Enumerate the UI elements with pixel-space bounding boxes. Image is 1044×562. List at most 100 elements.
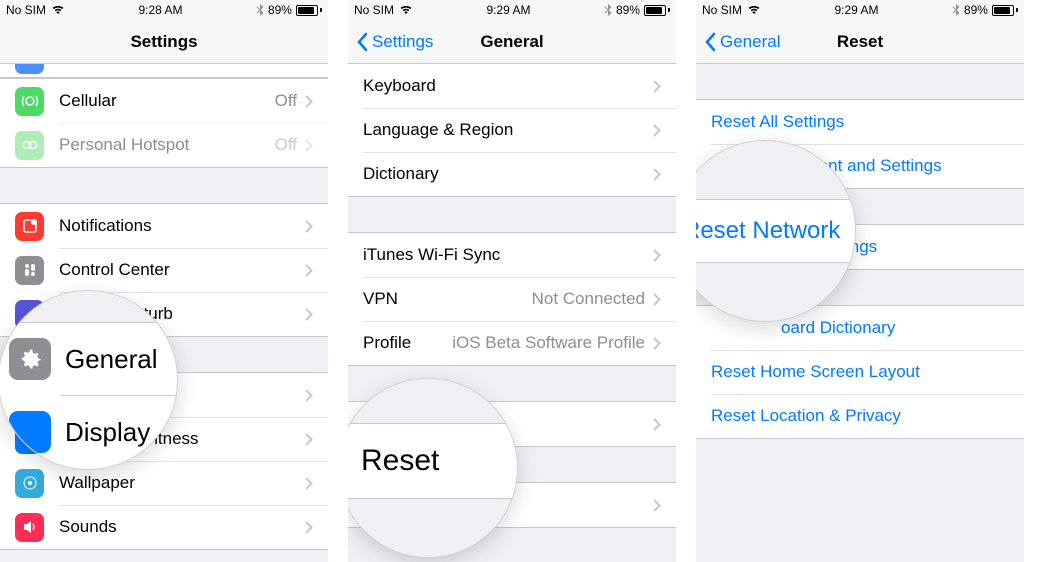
mag-network-label: Reset Network — [696, 217, 840, 245]
status-bar: No SIM 9:29 AM 89% — [696, 0, 1024, 20]
vpn-row[interactable]: VPN Not Connected — [348, 277, 676, 321]
chevron-icon — [305, 220, 313, 233]
notifications-icon — [15, 212, 44, 241]
gear-icon — [9, 338, 51, 380]
status-bar: No SIM 9:28 AM 89% — [0, 0, 328, 20]
time-label: 9:29 AM — [834, 3, 878, 17]
mag-display-label: Display — [65, 417, 150, 448]
carrier-label: No SIM — [354, 3, 394, 17]
chevron-icon — [305, 308, 313, 321]
reset-all-row[interactable]: Reset All Settings — [696, 100, 1024, 144]
sounds-icon — [15, 513, 44, 542]
nav-bar: Settings General — [348, 20, 676, 64]
itunes-wifi-row[interactable]: iTunes Wi-Fi Sync — [348, 233, 676, 277]
chevron-left-icon — [704, 32, 716, 52]
partial-row — [0, 64, 328, 78]
chevron-left-icon — [356, 32, 368, 52]
chevron-icon — [653, 124, 661, 137]
row-label: VPN — [363, 289, 532, 309]
reset-location-row[interactable]: Reset Location & Privacy — [696, 394, 1024, 438]
bluetooth-icon — [256, 4, 264, 16]
page-title: Settings — [130, 32, 197, 52]
sounds-row[interactable]: Sounds — [0, 505, 328, 549]
chevron-icon — [653, 293, 661, 306]
reset-screen: No SIM 9:29 AM 89% General Reset Reset A… — [696, 0, 1024, 562]
back-label: General — [720, 32, 780, 52]
carrier-label: No SIM — [702, 3, 742, 17]
chevron-icon — [305, 95, 313, 108]
back-button[interactable]: General — [704, 32, 780, 52]
mag-general-label: General — [65, 344, 158, 375]
wifi-icon — [399, 5, 413, 15]
row-label: Dictionary — [363, 164, 653, 184]
notifications-row[interactable]: Notifications — [0, 204, 328, 248]
nav-bar: General Reset — [696, 20, 1024, 64]
battery-icon — [992, 5, 1018, 16]
chevron-icon — [653, 249, 661, 262]
page-title: Reset — [837, 32, 883, 52]
chevron-icon — [305, 389, 313, 402]
battery-pct: 89% — [964, 3, 988, 17]
mag-reset-label: Reset — [361, 444, 439, 478]
status-bar: No SIM 9:29 AM 89% — [348, 0, 676, 20]
row-label: iTunes Wi-Fi Sync — [363, 245, 653, 265]
keyboard-row[interactable]: Keyboard — [348, 64, 676, 108]
time-label: 9:28 AM — [138, 3, 182, 17]
row-label: Reset Location & Privacy — [711, 406, 1009, 426]
chevron-icon — [305, 264, 313, 277]
cellular-row[interactable]: Cellular Off — [0, 79, 328, 123]
magnifier-reset-network: Reset Network — [696, 140, 856, 322]
back-button[interactable]: Settings — [356, 32, 433, 52]
row-value: Off — [275, 135, 297, 155]
row-label: Notifications — [59, 216, 305, 236]
chevron-icon — [305, 433, 313, 446]
reset-home-row[interactable]: Reset Home Screen Layout — [696, 350, 1024, 394]
wifi-icon — [51, 5, 65, 15]
row-label: Profile — [363, 333, 411, 353]
carrier-label: No SIM — [6, 3, 46, 17]
language-region-row[interactable]: Language & Region — [348, 108, 676, 152]
row-label: Reset Home Screen Layout — [711, 362, 1009, 382]
chevron-icon — [653, 168, 661, 181]
control-center-row[interactable]: Control Center — [0, 248, 328, 292]
wifi-icon — [747, 5, 761, 15]
chevron-icon — [653, 418, 661, 431]
page-title: General — [480, 32, 543, 52]
wallpaper-icon — [15, 469, 44, 498]
battery-icon — [644, 5, 670, 16]
nav-bar: Settings — [0, 20, 328, 64]
magnifier-general: General Display — [0, 290, 178, 470]
bluetooth-icon — [604, 4, 612, 16]
row-label: Personal Hotspot — [59, 135, 275, 155]
time-label: 9:29 AM — [486, 3, 530, 17]
row-label: Reset All Settings — [711, 112, 1009, 132]
row-label: Keyboard — [363, 76, 653, 96]
row-label: Cellular — [59, 91, 275, 111]
dictionary-row[interactable]: Dictionary — [348, 152, 676, 196]
general-screen: No SIM 9:29 AM 89% Settings General Keyb… — [348, 0, 676, 562]
row-label: Language & Region — [363, 120, 653, 140]
chevron-icon — [305, 139, 313, 152]
control-center-icon — [15, 256, 44, 285]
row-value: iOS Beta Software Profile — [421, 333, 645, 353]
chevron-icon — [653, 80, 661, 93]
back-label: Settings — [372, 32, 433, 52]
cellular-icon — [15, 87, 44, 116]
profile-row[interactable]: Profile iOS Beta Software Profile — [348, 321, 676, 365]
settings-screen: No SIM 9:28 AM 89% Settings Cellular Off… — [0, 0, 328, 562]
hotspot-row[interactable]: Personal Hotspot Off — [0, 123, 328, 167]
row-value: Not Connected — [532, 289, 645, 309]
chevron-icon — [305, 521, 313, 534]
battery-pct: 89% — [616, 3, 640, 17]
chevron-icon — [653, 337, 661, 350]
magnifier-reset: Reset — [348, 378, 518, 558]
chevron-icon — [653, 499, 661, 512]
row-label: Wallpaper — [59, 473, 305, 493]
chevron-icon — [305, 477, 313, 490]
row-label: Control Center — [59, 260, 305, 280]
row-label: Sounds — [59, 517, 305, 537]
battery-pct: 89% — [268, 3, 292, 17]
hotspot-icon — [15, 131, 44, 160]
battery-icon — [296, 5, 322, 16]
bluetooth-icon — [952, 4, 960, 16]
